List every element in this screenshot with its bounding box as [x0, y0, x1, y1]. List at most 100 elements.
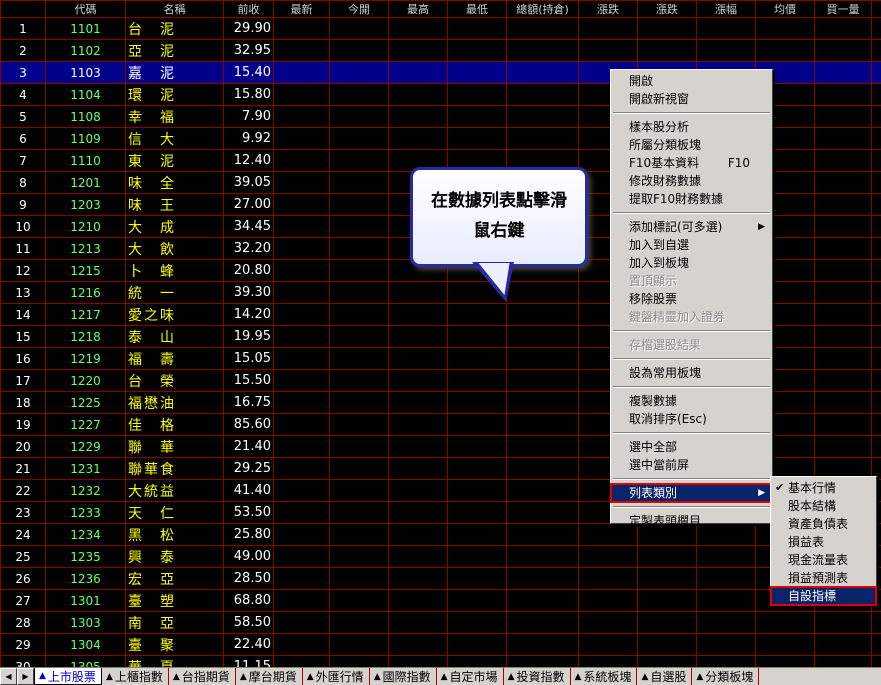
- menu-item[interactable]: 開啟新視窗: [611, 90, 772, 108]
- submenu-item[interactable]: 股本結構: [771, 497, 876, 515]
- market-tab[interactable]: ▲ 摩台期貨: [236, 668, 303, 685]
- submenu-item[interactable]: 現金流量表: [771, 551, 876, 569]
- column-header[interactable]: 漲跌: [578, 0, 638, 18]
- empty-cell: [447, 457, 507, 480]
- menu-separator: [613, 330, 770, 332]
- empty-cell: [871, 83, 881, 106]
- empty-cell: [388, 61, 448, 84]
- column-header[interactable]: 今開: [329, 0, 389, 18]
- row-index: 18: [0, 391, 46, 414]
- menu-item[interactable]: 定製表頭欄目: [611, 512, 772, 530]
- column-header[interactable]: 名稱: [125, 0, 224, 18]
- table-row[interactable]: 301305華 夏11.15: [0, 655, 881, 667]
- empty-cell: [329, 171, 389, 194]
- market-tab[interactable]: ▲ 投資指數: [504, 668, 571, 685]
- menu-item[interactable]: 加入到自選: [611, 236, 772, 254]
- market-tab[interactable]: ▲ 上櫃指數: [102, 668, 169, 685]
- table-row[interactable]: 28 1303 南 亞 58.50: [0, 611, 881, 634]
- empty-cell: [814, 655, 872, 667]
- market-tab[interactable]: ▲ 上市股票: [34, 668, 102, 685]
- table-row[interactable]: 1 1101 台 泥 29.90: [0, 17, 881, 40]
- menu-item[interactable]: F10基本資料 F10: [611, 154, 772, 172]
- table-row[interactable]: 27 1301 臺 塑 68.80: [0, 589, 881, 612]
- submenu-item[interactable]: ✔ 基本行情: [771, 479, 876, 497]
- stock-name: 大 飲: [125, 237, 224, 260]
- menu-item[interactable]: 所屬分類板塊: [611, 136, 772, 154]
- menu-separator: [613, 386, 770, 388]
- menu-item[interactable]: 提取F10財務數據: [611, 190, 772, 208]
- empty-cell: [755, 17, 815, 40]
- menu-item[interactable]: 選中全部: [611, 438, 772, 456]
- menu-item[interactable]: 選中當前屏: [611, 456, 772, 474]
- column-header[interactable]: [871, 0, 881, 18]
- submenu-item[interactable]: 資產負債表: [771, 515, 876, 533]
- column-header[interactable]: 最高: [388, 0, 448, 18]
- empty-cell: [871, 435, 881, 458]
- empty-cell: [506, 61, 579, 84]
- empty-cell: [506, 479, 579, 502]
- menu-item[interactable]: 移除股票: [611, 290, 772, 308]
- market-tab[interactable]: ▲ 國際指數: [370, 668, 437, 685]
- column-header[interactable]: 前收: [223, 0, 274, 18]
- stock-code: 1101: [45, 17, 126, 40]
- column-header[interactable]: 代碼: [45, 0, 126, 18]
- menu-item-label: F10基本資料: [629, 156, 700, 170]
- menu-item-label: 開啟: [629, 74, 654, 88]
- menu-item[interactable]: 取消排序(Esc): [611, 410, 772, 428]
- row-index: 27: [0, 589, 46, 612]
- row-index: 13: [0, 281, 46, 304]
- empty-cell: [329, 545, 389, 568]
- column-header[interactable]: [0, 0, 46, 18]
- arrow-left-icon: ◀: [5, 672, 12, 681]
- empty-cell: [447, 303, 507, 326]
- menu-item[interactable]: 修改財務數據: [611, 172, 772, 190]
- empty-cell: [506, 39, 579, 62]
- empty-cell: [447, 589, 507, 612]
- table-row[interactable]: 25 1235 興 泰 49.00: [0, 545, 881, 568]
- table-row[interactable]: 2 1102 亞 泥 32.95: [0, 39, 881, 62]
- column-header[interactable]: 總額(持倉): [506, 0, 579, 18]
- market-tab[interactable]: ▲ 分類板塊: [692, 668, 760, 685]
- market-tab[interactable]: ▲ 外匯行情: [303, 668, 370, 685]
- table-row[interactable]: 26 1236 宏 亞 28.50: [0, 567, 881, 590]
- table-row[interactable]: 29 1304 臺 聚 22.40: [0, 633, 881, 656]
- prev-close: 7.90: [223, 105, 274, 128]
- prev-close: 19.95: [223, 325, 274, 348]
- submenu-item[interactable]: 自設指標: [770, 586, 877, 606]
- menu-item[interactable]: 開啟: [611, 72, 772, 90]
- column-header[interactable]: 買一量: [814, 0, 872, 18]
- market-tab[interactable]: ▲ 自定市場: [437, 668, 504, 685]
- menu-item[interactable]: 列表類別 ▶: [610, 483, 773, 503]
- stock-code: 1233: [45, 501, 126, 524]
- menu-item[interactable]: 樣本股分析: [611, 118, 772, 136]
- empty-cell: [814, 149, 872, 172]
- scroll-left-button[interactable]: ◀: [0, 668, 17, 685]
- empty-cell: [388, 127, 448, 150]
- menu-item[interactable]: 置頂顯示: [611, 272, 772, 290]
- menu-item[interactable]: 添加標記(可多選) ▶: [611, 218, 772, 236]
- empty-cell: [871, 633, 881, 656]
- menu-item[interactable]: 鍵盤精靈加入證券: [611, 308, 772, 326]
- menu-item[interactable]: 複製數據: [611, 392, 772, 410]
- column-header[interactable]: 均價: [755, 0, 815, 18]
- market-tab[interactable]: ▲ 自選股: [637, 668, 693, 685]
- empty-cell: [329, 567, 389, 590]
- row-index: 10: [0, 215, 46, 238]
- menu-item[interactable]: 設為常用板塊: [611, 364, 772, 382]
- stock-code: 1216: [45, 281, 126, 304]
- column-header[interactable]: 最新: [273, 0, 330, 18]
- stock-name: 愛之味: [125, 303, 224, 326]
- submenu-item[interactable]: 損益表: [771, 533, 876, 551]
- market-tab[interactable]: ▲ 台指期貨: [169, 668, 236, 685]
- column-header[interactable]: 最低: [447, 0, 507, 18]
- column-header[interactable]: 漲幅: [696, 0, 756, 18]
- empty-cell: [273, 501, 330, 524]
- empty-cell: [814, 391, 872, 414]
- submenu-item[interactable]: 損益預測表: [771, 569, 876, 587]
- scroll-right-button[interactable]: ▶: [17, 668, 34, 685]
- column-header[interactable]: 漲跌: [637, 0, 697, 18]
- menu-item[interactable]: 加入到板塊: [611, 254, 772, 272]
- menu-item[interactable]: 存檔選股結果: [611, 336, 772, 354]
- market-tab[interactable]: ▲ 系統板塊: [571, 668, 638, 685]
- empty-cell: [388, 17, 448, 40]
